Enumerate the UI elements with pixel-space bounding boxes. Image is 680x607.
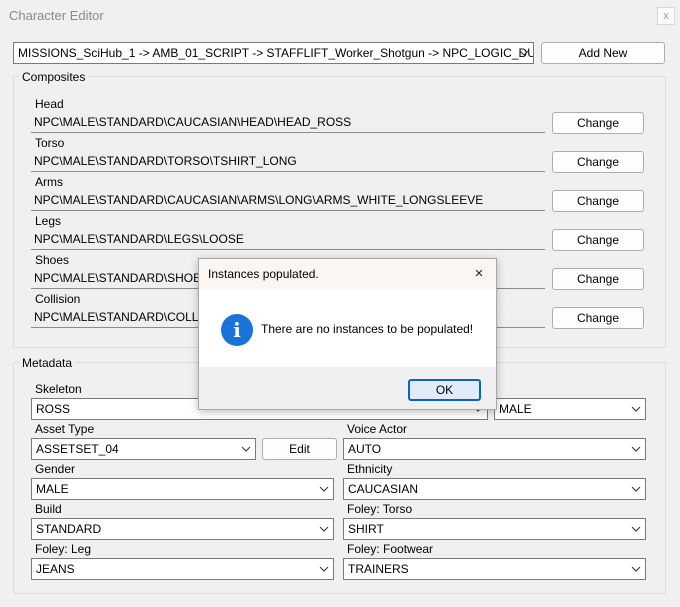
foley-footwear-dropdown[interactable]: TRAINERS	[343, 558, 646, 580]
voice-actor-label: Voice Actor	[347, 422, 408, 436]
dialog-close-icon[interactable]: ×	[469, 265, 489, 283]
composite-label-arms: Arms	[35, 175, 63, 189]
foley-torso-dropdown[interactable]: SHIRT	[343, 518, 646, 540]
metadata-legend: Metadata	[19, 356, 76, 370]
composite-label-torso: Torso	[35, 136, 65, 150]
dialog-title: Instances populated.	[208, 267, 319, 281]
build-value: STANDARD	[36, 522, 102, 536]
composites-legend: Composites	[19, 70, 89, 84]
change-collision-button[interactable]: Change	[552, 307, 644, 329]
change-legs-button[interactable]: Change	[552, 229, 644, 251]
foley-leg-value: JEANS	[36, 562, 75, 576]
dialog-titlebar: Instances populated. ×	[199, 259, 496, 289]
change-head-button[interactable]: Change	[552, 112, 644, 134]
build-dropdown[interactable]: STANDARD	[31, 518, 334, 540]
chevron-down-icon	[519, 50, 529, 56]
chevron-down-icon	[319, 526, 329, 532]
chevron-down-icon	[241, 446, 251, 452]
change-arms-button[interactable]: Change	[552, 190, 644, 212]
add-new-button[interactable]: Add New	[541, 42, 665, 64]
composite-path-head: NPC\MALE\STANDARD\CAUCASIAN\HEAD\HEAD_RO…	[31, 113, 545, 133]
chevron-down-icon	[631, 526, 641, 532]
foley-footwear-label: Foley: Footwear	[347, 542, 434, 556]
instances-dialog: Instances populated. × i There are no in…	[198, 258, 497, 410]
chevron-down-icon	[631, 486, 641, 492]
window-title: Character Editor	[9, 8, 104, 23]
composite-path-torso: NPC\MALE\STANDARD\TORSO\TSHIRT_LONG	[31, 152, 545, 172]
edit-asset-type-button[interactable]: Edit	[262, 438, 337, 460]
chevron-down-icon	[319, 566, 329, 572]
change-shoes-button[interactable]: Change	[552, 268, 644, 290]
foley-footwear-value: TRAINERS	[348, 562, 409, 576]
dialog-message: There are no instances to be populated!	[261, 322, 474, 336]
composite-path-arms: NPC\MALE\STANDARD\CAUCASIAN\ARMS\LONG\AR…	[31, 191, 545, 211]
gender-dropdown[interactable]: MALE	[31, 478, 334, 500]
skeleton-gender-value: MALE	[499, 402, 532, 416]
skeleton-value: ROSS	[36, 402, 71, 416]
voice-actor-value: AUTO	[348, 442, 382, 456]
chevron-down-icon	[631, 566, 641, 572]
window-close-button[interactable]: x	[657, 7, 675, 25]
ethnicity-value: CAUCASIAN	[348, 482, 419, 496]
info-icon: i	[221, 314, 253, 346]
character-path-value: MISSIONS_SciHub_1 -> AMB_01_SCRIPT -> ST…	[18, 46, 534, 60]
gender-value: MALE	[36, 482, 69, 496]
character-path-dropdown[interactable]: MISSIONS_SciHub_1 -> AMB_01_SCRIPT -> ST…	[13, 42, 534, 64]
composite-path-legs: NPC\MALE\STANDARD\LEGS\LOOSE	[31, 230, 545, 250]
foley-torso-value: SHIRT	[348, 522, 384, 536]
gender-label: Gender	[35, 462, 76, 476]
window-titlebar: Character Editor x	[0, 0, 680, 32]
build-label: Build	[35, 502, 62, 516]
chevron-down-icon	[631, 406, 641, 412]
ok-button[interactable]: OK	[408, 379, 481, 401]
asset-type-label: Asset Type	[35, 422, 95, 436]
ethnicity-dropdown[interactable]: CAUCASIAN	[343, 478, 646, 500]
foley-leg-label: Foley: Leg	[35, 542, 92, 556]
foley-torso-label: Foley: Torso	[347, 502, 413, 516]
chevron-down-icon	[319, 486, 329, 492]
change-torso-button[interactable]: Change	[552, 151, 644, 173]
skeleton-label: Skeleton	[35, 382, 82, 396]
skeleton-gender-dropdown[interactable]: MALE	[494, 398, 646, 420]
composite-label-head: Head	[35, 97, 64, 111]
composite-label-legs: Legs	[35, 214, 62, 228]
asset-type-value: ASSETSET_04	[36, 442, 119, 456]
composite-label-shoes: Shoes	[35, 253, 70, 267]
ethnicity-label: Ethnicity	[347, 462, 393, 476]
chevron-down-icon	[631, 446, 641, 452]
foley-leg-dropdown[interactable]: JEANS	[31, 558, 334, 580]
asset-type-dropdown[interactable]: ASSETSET_04	[31, 438, 256, 460]
composite-label-collision: Collision	[35, 292, 81, 306]
voice-actor-dropdown[interactable]: AUTO	[343, 438, 646, 460]
